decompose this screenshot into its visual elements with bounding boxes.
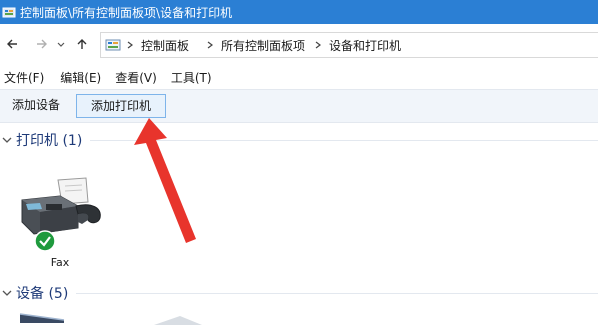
forward-button[interactable]: [32, 34, 52, 54]
control-panel-icon: [105, 37, 121, 53]
arrow-up-icon: [75, 37, 89, 51]
breadcrumb-all-items[interactable]: 所有控制面板项: [219, 37, 307, 54]
breadcrumb-control-panel[interactable]: 控制面板: [139, 37, 191, 54]
menu-edit[interactable]: 编辑(E): [56, 69, 101, 86]
monitor-icon[interactable]: [18, 312, 66, 326]
chevron-down-icon[interactable]: [0, 286, 14, 300]
navigation-bar: 控制面板 所有控制面板项 设备和打印机: [0, 24, 598, 64]
printers-group-header[interactable]: 打印机 (1): [0, 130, 598, 150]
device-name-fax: Fax: [50, 256, 70, 269]
group-divider: [90, 139, 598, 141]
window-title: 控制面板\所有控制面板项\设备和打印机: [20, 5, 233, 20]
printers-group-label: 打印机 (1): [16, 133, 83, 149]
devices-group-label: 设备 (5): [16, 286, 69, 302]
control-panel-icon: [2, 5, 16, 19]
group-divider: [76, 292, 598, 294]
arrow-left-icon: [5, 37, 19, 51]
chevron-down-icon[interactable]: [0, 133, 14, 147]
command-bar: 添加设备 添加打印机: [0, 89, 598, 123]
breadcrumb-separator-icon[interactable]: [309, 40, 327, 50]
back-button[interactable]: [2, 34, 22, 54]
title-bar: 控制面板\所有控制面板项\设备和打印机: [0, 0, 598, 24]
devices-group-header[interactable]: 设备 (5): [0, 283, 598, 303]
menu-file[interactable]: 文件(F): [0, 69, 44, 86]
recent-locations-button[interactable]: [54, 34, 68, 54]
up-button[interactable]: [72, 34, 92, 54]
chevron-down-icon: [56, 39, 66, 49]
address-bar[interactable]: 控制面板 所有控制面板项 设备和打印机: [100, 32, 598, 58]
device-tile-fax[interactable]: Fax: [12, 172, 108, 272]
arrow-right-icon: [35, 37, 49, 51]
menu-view[interactable]: 查看(V): [111, 69, 157, 86]
checkmark-icon: [34, 230, 56, 255]
breadcrumb-devices-and-printers[interactable]: 设备和打印机: [327, 37, 403, 54]
add-device-button[interactable]: 添加设备: [6, 94, 66, 116]
menu-tools[interactable]: 工具(T): [167, 69, 212, 86]
breadcrumb-separator-icon[interactable]: [121, 40, 139, 50]
breadcrumb-separator-icon[interactable]: [201, 40, 219, 50]
fax-icon: [16, 176, 104, 243]
device-icon[interactable]: [152, 314, 204, 328]
menu-bar: 文件(F) 编辑(E) 查看(V) 工具(T): [0, 66, 598, 88]
add-printer-button[interactable]: 添加打印机: [76, 94, 166, 118]
